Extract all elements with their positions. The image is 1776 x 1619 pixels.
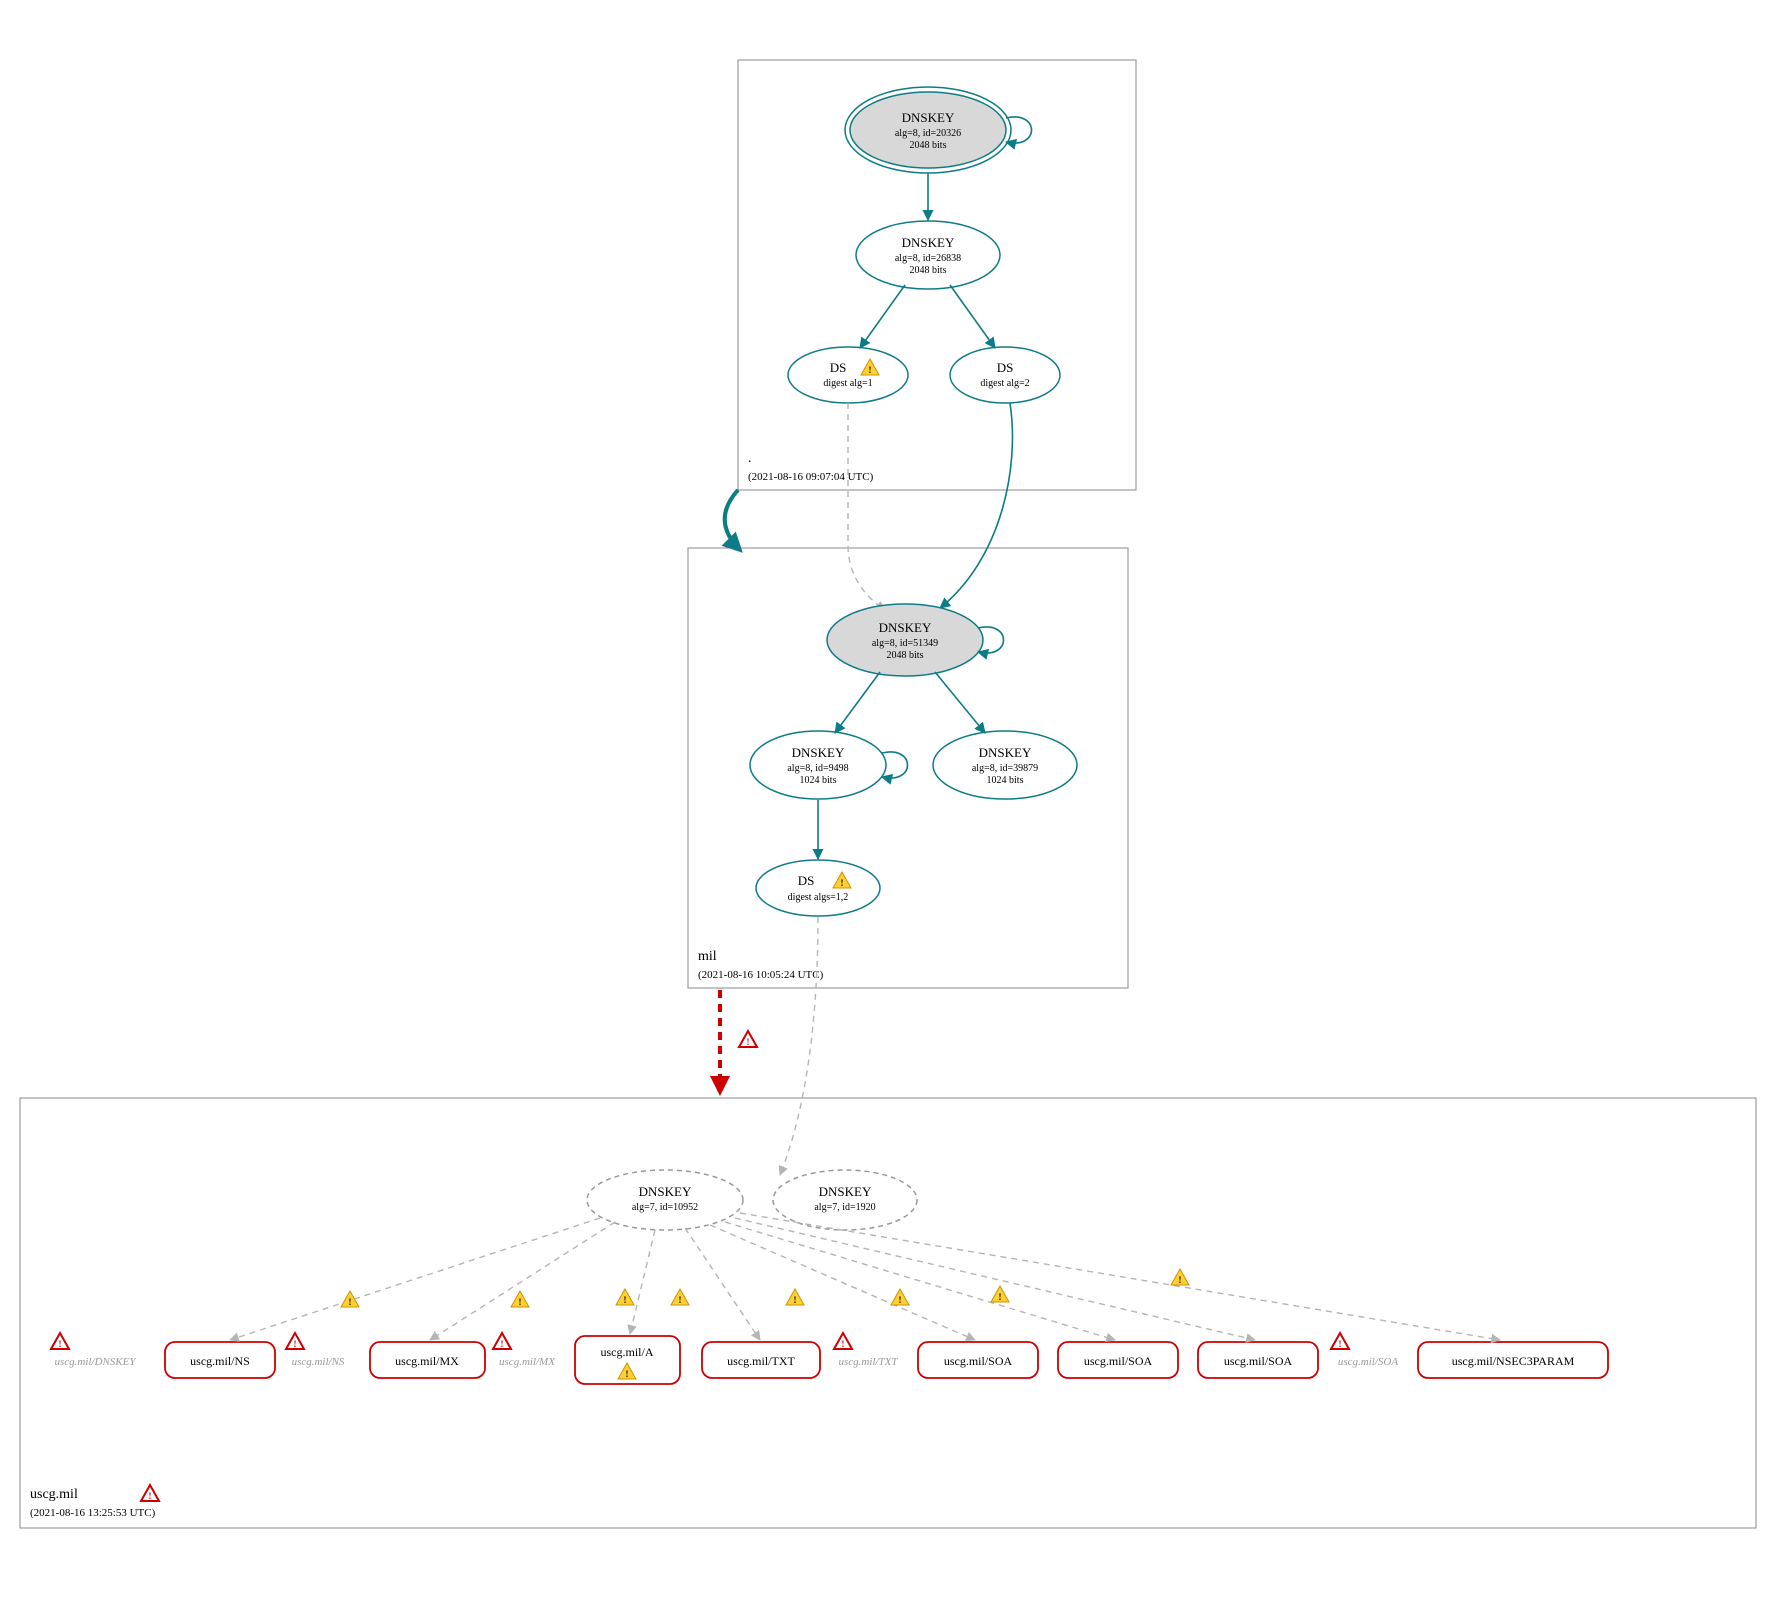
zone-uscg-label: uscg.mil (30, 1487, 78, 1502)
warning-icon (891, 1289, 909, 1305)
rr-soa3: uscg.mil/SOA (1198, 1342, 1318, 1378)
warning-icon (511, 1291, 529, 1307)
warning-icon (1171, 1269, 1189, 1285)
svg-text:digest algs=1,2: digest algs=1,2 (788, 892, 849, 903)
svg-text:alg=8, id=20326: alg=8, id=20326 (895, 128, 961, 139)
ghost-mx: uscg.mil/MX (499, 1356, 556, 1368)
node-root-zsk: DNSKEY alg=8, id=26838 2048 bits (856, 221, 1000, 289)
edge-milksk-zsk1 (835, 672, 880, 733)
node-mil-ds: DS digest algs=1,2 (756, 860, 880, 916)
svg-text:DNSKEY: DNSKEY (819, 1184, 872, 1199)
svg-text:DS: DS (798, 873, 815, 888)
svg-text:alg=8, id=39879: alg=8, id=39879 (972, 763, 1038, 774)
warning-icon (786, 1289, 804, 1305)
svg-text:alg=7, id=10952: alg=7, id=10952 (632, 1202, 698, 1213)
svg-text:DS: DS (830, 360, 847, 375)
rr-nsec3param: uscg.mil/NSEC3PARAM (1418, 1342, 1608, 1378)
svg-text:2048 bits: 2048 bits (887, 650, 924, 661)
error-icon (51, 1333, 69, 1349)
warning-icon (991, 1286, 1009, 1302)
warning-icon (616, 1289, 634, 1305)
edge-rootzsk-ds1 (860, 285, 905, 348)
svg-text:DNSKEY: DNSKEY (902, 235, 955, 250)
svg-text:uscg.mil/SOA: uscg.mil/SOA (1084, 1354, 1153, 1368)
edge-key1-txt (685, 1228, 760, 1340)
error-icon (286, 1333, 304, 1349)
edge-ds1-milksk-dash (848, 403, 885, 610)
rr-mx: uscg.mil/MX (370, 1342, 485, 1378)
edge-root-to-mil-thick (725, 490, 740, 550)
svg-text:DNSKEY: DNSKEY (792, 745, 845, 760)
svg-text:uscg.mil/TXT: uscg.mil/TXT (727, 1354, 795, 1368)
node-root-ds2: DS digest alg=2 (950, 347, 1060, 403)
svg-text:DNSKEY: DNSKEY (879, 620, 932, 635)
node-uscg-key1: DNSKEY alg=7, id=10952 (587, 1170, 743, 1230)
warning-icon (671, 1289, 689, 1305)
svg-text:alg=8, id=9498: alg=8, id=9498 (787, 763, 848, 774)
node-mil-zsk1: DNSKEY alg=8, id=9498 1024 bits (750, 731, 886, 799)
edge-milds-uscgkey-dash (780, 917, 818, 1175)
zone-root-ts: (2021-08-16 09:07:04 UTC) (748, 471, 874, 483)
svg-text:digest alg=1: digest alg=1 (823, 378, 872, 389)
svg-text:digest alg=2: digest alg=2 (980, 378, 1029, 389)
svg-text:alg=8, id=26838: alg=8, id=26838 (895, 253, 961, 264)
svg-text:DS: DS (997, 360, 1014, 375)
node-uscg-key2: DNSKEY alg=7, id=1920 (773, 1170, 917, 1230)
edge-key1-ns (230, 1218, 600, 1340)
edge-key1-soa2 (725, 1222, 1115, 1340)
edge-key1-a (630, 1230, 655, 1334)
rr-a: uscg.mil/A (575, 1336, 680, 1384)
svg-text:uscg.mil/SOA: uscg.mil/SOA (1224, 1354, 1293, 1368)
svg-text:uscg.mil/NSEC3PARAM: uscg.mil/NSEC3PARAM (1452, 1354, 1575, 1368)
zone-uscg-ts: (2021-08-16 13:25:53 UTC) (30, 1507, 156, 1519)
ghost-ns: uscg.mil/NS (292, 1356, 345, 1368)
edge-key1-nsec3 (740, 1213, 1500, 1340)
svg-text:uscg.mil/NS: uscg.mil/NS (190, 1354, 250, 1368)
edge-key1-soa1 (710, 1225, 975, 1340)
svg-text:2048 bits: 2048 bits (910, 265, 947, 276)
zone-mil-ts: (2021-08-16 10:05:24 UTC) (698, 969, 824, 981)
svg-text:DNSKEY: DNSKEY (902, 110, 955, 125)
zone-mil-label: mil (698, 949, 717, 964)
zone-root-label: . (748, 451, 752, 466)
rr-soa2: uscg.mil/SOA (1058, 1342, 1178, 1378)
dnssec-graph: ! ! . (2021-08-16 09:07:04 UTC) DNSKEY a… (0, 0, 1776, 1619)
ghost-txt: uscg.mil/TXT (839, 1356, 899, 1368)
edge-rootzsk-ds2 (950, 285, 995, 348)
edge-key1-mx (430, 1222, 615, 1340)
zone-uscg-box (20, 1098, 1756, 1528)
svg-text:2048 bits: 2048 bits (910, 140, 947, 151)
edge-ds2-milksk (940, 403, 1012, 608)
svg-text:1024 bits: 1024 bits (987, 775, 1024, 786)
error-icon (493, 1333, 511, 1349)
svg-text:uscg.mil/SOA: uscg.mil/SOA (944, 1354, 1013, 1368)
svg-text:uscg.mil/A: uscg.mil/A (601, 1345, 654, 1359)
node-mil-ksk: DNSKEY alg=8, id=51349 2048 bits (827, 604, 983, 676)
node-root-ksk: DNSKEY alg=8, id=20326 2048 bits (845, 87, 1011, 173)
svg-text:DNSKEY: DNSKEY (979, 745, 1032, 760)
svg-text:uscg.mil/MX: uscg.mil/MX (395, 1354, 459, 1368)
svg-text:alg=8, id=51349: alg=8, id=51349 (872, 638, 938, 649)
svg-text:DNSKEY: DNSKEY (639, 1184, 692, 1199)
ghost-dnskey: uscg.mil/DNSKEY (55, 1356, 138, 1368)
ghost-soa: uscg.mil/SOA (1338, 1356, 1398, 1368)
rr-soa1: uscg.mil/SOA (918, 1342, 1038, 1378)
error-icon (739, 1031, 757, 1047)
node-mil-zsk2: DNSKEY alg=8, id=39879 1024 bits (933, 731, 1077, 799)
svg-text:1024 bits: 1024 bits (800, 775, 837, 786)
error-icon (1331, 1333, 1349, 1349)
rr-ns: uscg.mil/NS (165, 1342, 275, 1378)
edge-milksk-zsk2 (935, 672, 985, 733)
error-icon (141, 1485, 159, 1501)
svg-text:alg=7, id=1920: alg=7, id=1920 (814, 1202, 875, 1213)
error-icon (834, 1333, 852, 1349)
node-root-ds1: DS digest alg=1 (788, 347, 908, 403)
rr-txt: uscg.mil/TXT (702, 1342, 820, 1378)
